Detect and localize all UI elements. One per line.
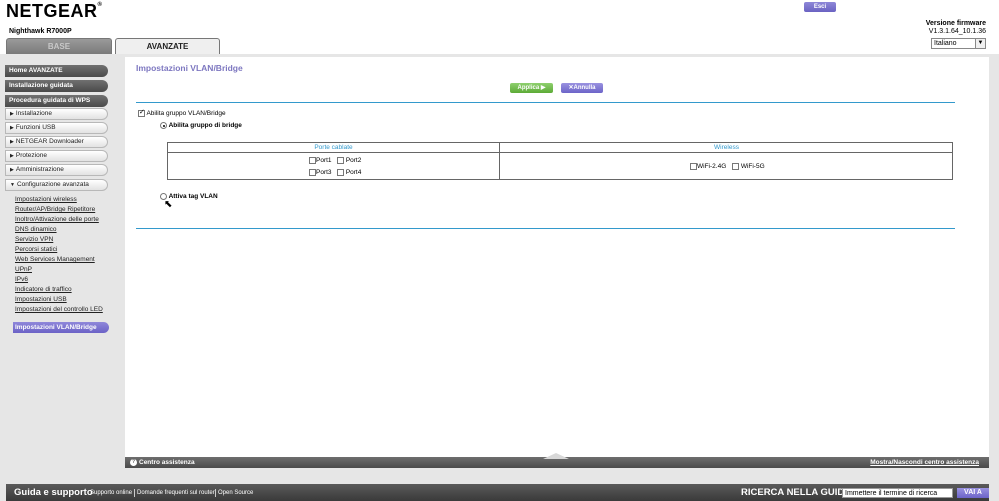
sidebar-section-setup[interactable]: ▶ Installazione <box>5 108 108 120</box>
enable-group-checkbox[interactable] <box>138 108 145 117</box>
wired-ports-header: Porte cablate <box>168 143 499 153</box>
help-center-bar: ? Centro assistenza Mostra/Nascondi centr… <box>125 453 989 468</box>
port1-option: Port1 <box>309 157 332 164</box>
ports-table: Porte cablate Wireless Port1 Port2 Port3… <box>167 142 953 180</box>
port4-option: Port4 <box>337 169 361 176</box>
sidebar-section-advanced-setup[interactable]: ▼ Configurazione avanzata <box>5 179 108 191</box>
wifi-24g-checkbox[interactable] <box>690 163 697 170</box>
sidebar-home-advanced[interactable]: Home AVANZATE <box>5 65 108 77</box>
wifi-24g-option: WiFi-2.4G <box>690 163 726 170</box>
sidebar-link-router-ap-bridge[interactable]: Router/AP/Bridge Ripetitore <box>15 206 95 214</box>
netgear-logo: NETGEAR® <box>6 1 103 21</box>
bridge-group-option: Abilita gruppo di bridge <box>160 122 242 129</box>
bridge-group-radio[interactable] <box>160 122 167 129</box>
bridge-group-label: Abilita gruppo di bridge <box>168 122 242 130</box>
question-icon: ? <box>130 458 137 466</box>
sidebar-link-static-routes[interactable]: Percorsi statici <box>15 246 57 254</box>
chevron-down-icon: ▼ <box>975 39 985 48</box>
footer-separator <box>215 489 216 497</box>
sidebar-link-vlan-bridge[interactable]: Impostazioni VLAN/Bridge <box>13 322 109 333</box>
triangle-right-icon: ▶ <box>10 139 14 145</box>
help-support-title: Guida e supporto <box>14 487 93 498</box>
divider-bottom <box>136 228 955 229</box>
divider-top <box>136 102 955 103</box>
language-select[interactable]: Italiano ▼ <box>931 38 986 49</box>
table-divider <box>499 153 500 180</box>
footer-separator <box>134 489 135 497</box>
firmware-label: Versione firmware <box>925 20 986 27</box>
sidebar-link-port-forwarding[interactable]: Inoltro/Attivazione delle porte <box>15 216 99 224</box>
port2-option: Port2 <box>337 157 361 164</box>
page-title: Impostazioni VLAN/Bridge <box>136 63 243 73</box>
sidebar-link-web-services[interactable]: Web Services Management <box>15 256 95 264</box>
footer-link-faq[interactable]: Domande frequenti sul router <box>137 490 215 496</box>
help-center-label[interactable]: Centro assistenza <box>139 459 195 466</box>
wifi-5g-checkbox[interactable] <box>732 163 739 170</box>
sidebar-wps-wizard[interactable]: Procedura guidata di WPS <box>5 95 108 107</box>
help-search-label: RICERCA NELLA GUIDA <box>741 487 852 498</box>
help-search-go-button[interactable]: VAI A <box>957 488 989 498</box>
sidebar-link-dynamic-dns[interactable]: DNS dinamico <box>15 226 57 234</box>
sidebar-link-upnp[interactable]: UPnP <box>15 266 32 274</box>
sidebar-section-downloader[interactable]: ▶ NETGEAR Downloader <box>5 136 108 148</box>
apply-button[interactable]: Applica ▶ <box>510 83 553 93</box>
footer-link-online-support[interactable]: Supporto online <box>90 490 132 496</box>
sidebar-link-ipv6[interactable]: IPv6 <box>15 276 28 284</box>
triangle-down-icon: ▼ <box>10 182 15 188</box>
router-model: Nighthawk R7000P <box>9 28 72 35</box>
sidebar-section-usb[interactable]: ▶ Funzioni USB <box>5 122 108 134</box>
sidebar-link-traffic-meter[interactable]: Indicatore di traffico <box>15 286 72 294</box>
sidebar-section-administration[interactable]: ▶ Amministrazione <box>5 164 108 176</box>
triangle-right-icon: ▶ <box>10 111 14 117</box>
triangle-right-icon: ▶ <box>10 125 14 131</box>
sidebar-section-security[interactable]: ▶ Protezione <box>5 150 108 162</box>
sidebar-setup-wizard[interactable]: Installazione guidata <box>5 80 108 92</box>
sidebar-link-vpn-service[interactable]: Servizio VPN <box>15 236 53 244</box>
port3-option: Port3 <box>309 169 332 176</box>
cancel-button[interactable]: ✕Annulla <box>561 83 603 93</box>
sidebar-link-wireless-settings[interactable]: Impostazioni wireless <box>15 196 77 204</box>
footer: Guida e supporto Supporto online Domande… <box>6 484 989 501</box>
tab-advanced[interactable]: AVANZATE <box>115 38 220 54</box>
port1-checkbox[interactable] <box>309 157 316 164</box>
port4-checkbox[interactable] <box>337 169 344 176</box>
expand-arrow-icon[interactable] <box>543 453 569 459</box>
play-icon: ▶ <box>540 85 546 91</box>
firmware-version: V1.3.1.64_10.1.36 <box>928 28 986 35</box>
main-panel: Impostazioni VLAN/Bridge Applica ▶ ✕Annu… <box>125 57 989 457</box>
triangle-right-icon: ▶ <box>10 153 14 159</box>
mouse-cursor-icon: ⬉ <box>164 199 173 210</box>
toggle-help-center-link[interactable]: Mostra/Nascondi centro assistenza <box>870 457 979 468</box>
wireless-header: Wireless <box>499 143 953 153</box>
triangle-right-icon: ▶ <box>10 167 14 173</box>
port3-checkbox[interactable] <box>309 169 316 176</box>
footer-link-open-source[interactable]: Open Source <box>218 490 253 496</box>
tab-basic[interactable]: BASE <box>6 38 112 54</box>
help-search-input[interactable]: Immettere il termine di ricerca <box>842 488 953 498</box>
port2-checkbox[interactable] <box>337 157 344 164</box>
enable-group-option: Abilita gruppo VLAN/Bridge <box>138 108 226 118</box>
logout-button[interactable]: Esci <box>804 2 836 12</box>
sidebar-link-led-control[interactable]: Impostazioni del controllo LED <box>15 306 107 314</box>
wifi-5g-option: WiFi-5G <box>732 163 765 170</box>
sidebar-link-usb-settings[interactable]: Impostazioni USB <box>15 296 67 304</box>
vlan-tag-label: Attiva tag VLAN <box>168 193 218 201</box>
registered-mark: ® <box>97 2 103 8</box>
enable-group-label: Abilita gruppo VLAN/Bridge <box>146 110 226 118</box>
